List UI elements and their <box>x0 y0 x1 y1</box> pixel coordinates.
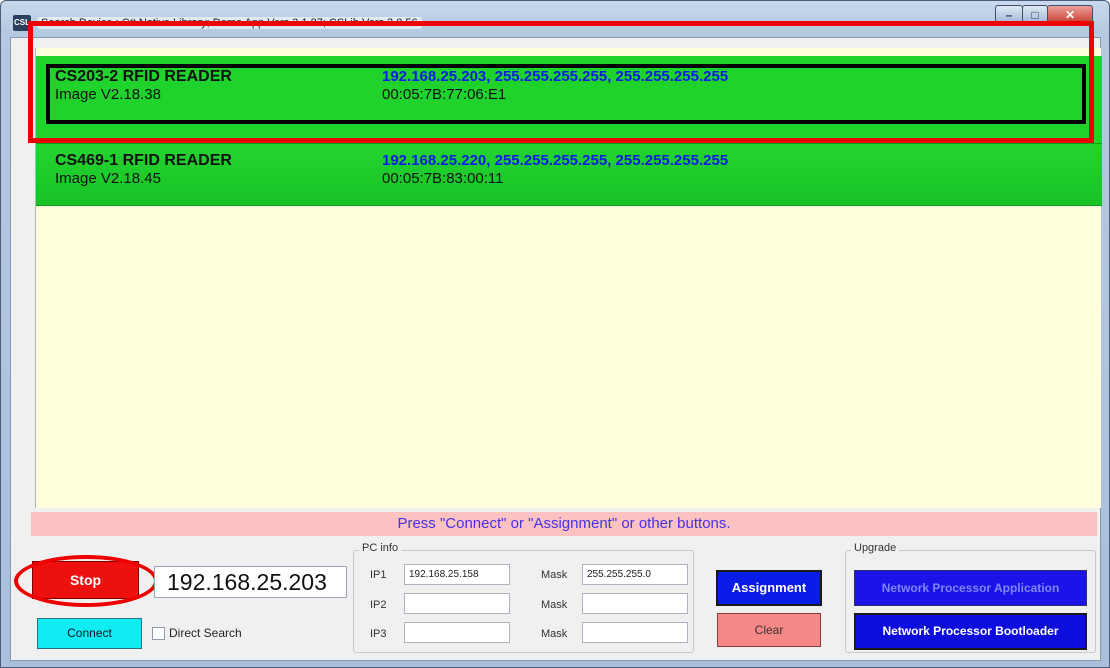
mask1-label: Mask <box>541 569 568 581</box>
connect-button[interactable]: Connect <box>37 618 142 649</box>
ip2-label: IP2 <box>370 599 387 611</box>
mask3-label: Mask <box>541 628 568 640</box>
pc-info-title: PC info <box>359 542 402 554</box>
upgrade-title: Upgrade <box>851 542 900 554</box>
ip3-label: IP3 <box>370 628 387 640</box>
assignment-button[interactable]: Assignment <box>716 570 822 606</box>
network-processor-bootloader-button[interactable]: Network Processor Bootloader <box>854 613 1087 650</box>
highlight-annotation <box>28 21 1094 143</box>
direct-search-checkbox[interactable] <box>152 627 165 640</box>
status-message: Press "Connect" or "Assignment" or other… <box>31 512 1097 536</box>
ip3-field[interactable] <box>404 622 510 643</box>
direct-search-label: Direct Search <box>169 626 242 640</box>
mask2-field[interactable] <box>582 593 688 614</box>
device-mac-address: 00:05:7B:83:00:11 <box>382 170 504 187</box>
clear-button[interactable]: Clear <box>717 613 821 647</box>
ip1-field[interactable]: 192.168.25.158 <box>404 564 510 585</box>
mask2-label: Mask <box>541 599 568 611</box>
selected-ip-display[interactable]: 192.168.25.203 <box>154 566 347 598</box>
device-image-version: Image V2.18.45 <box>55 170 161 187</box>
device-ip-addresses: 192.168.25.220, 255.255.255.255, 255.255… <box>382 152 729 169</box>
mask1-field[interactable]: 255.255.255.0 <box>582 564 688 585</box>
ip1-label: IP1 <box>370 569 387 581</box>
device-name: CS469-1 RFID READER <box>55 152 232 169</box>
ip2-field[interactable] <box>404 593 510 614</box>
stop-highlight-annotation <box>14 555 158 607</box>
device-row-cs469-1[interactable]: CS469-1 RFID READER Image V2.18.45 192.1… <box>36 144 1102 206</box>
network-processor-application-button[interactable]: Network Processor Application <box>854 570 1087 606</box>
app-window: CSL Search Device : C# Native Library; D… <box>0 0 1110 668</box>
mask3-field[interactable] <box>582 622 688 643</box>
